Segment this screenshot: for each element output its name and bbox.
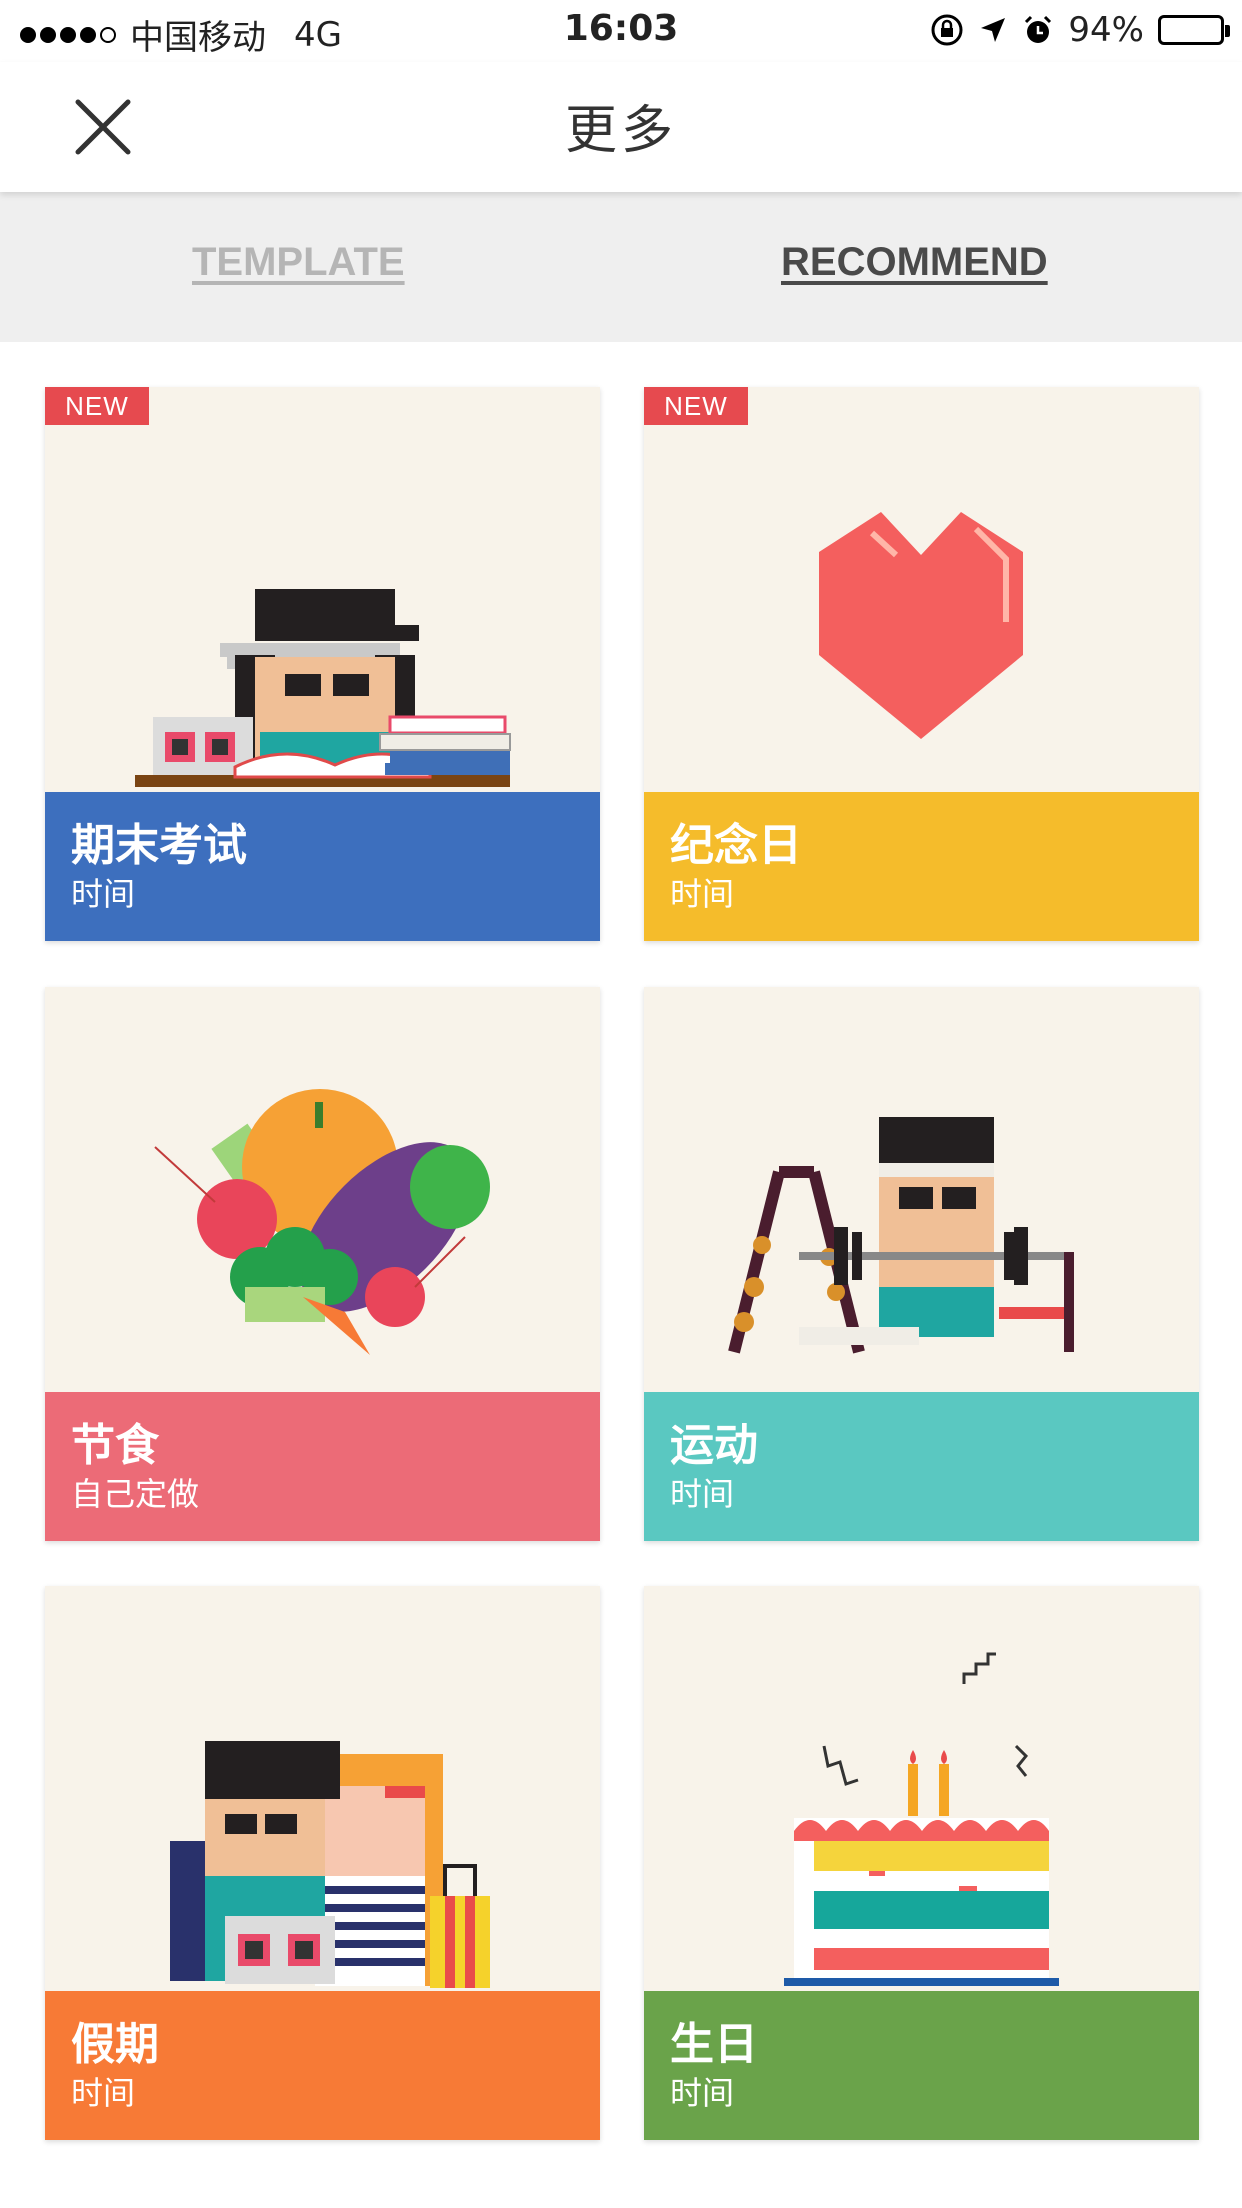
card-title: 期末考试 [71,820,247,871]
weightlifting-illustration [728,1117,1074,1354]
card-label: 纪念日 时间 [644,792,1199,941]
vegetables-illustration [154,1089,490,1355]
nav-bar: 更多 [0,62,1242,192]
card-title: 生日 [670,2019,758,2070]
card-title: 节食 [71,1420,159,1471]
tab-recommend[interactable]: RECOMMEND [781,240,1048,285]
card-diet[interactable]: 节食 自己定做 [45,987,600,1541]
card-label: 期末考试 时间 [45,792,600,941]
card-holiday[interactable]: 假期 时间 [45,1586,600,2140]
card-label: 生日 时间 [644,1991,1199,2140]
status-right: 94% [930,10,1230,50]
card-title: 运动 [670,1420,758,1471]
card-title: 假期 [71,2019,159,2070]
card-label: 节食 自己定做 [45,1392,600,1541]
card-subtitle: 时间 [670,2074,735,2112]
card-subtitle: 时间 [670,1475,735,1513]
travel-illustration [170,1741,490,1988]
new-badge: NEW [644,387,748,425]
card-birthday[interactable]: 生日 时间 [644,1586,1199,2140]
new-badge: NEW [45,387,149,425]
card-label: 假期 时间 [45,1991,600,2140]
card-subtitle: 时间 [670,875,735,913]
card-subtitle: 时间 [71,875,136,913]
tab-bar: TEMPLATE RECOMMEND [0,192,1242,342]
tab-template[interactable]: TEMPLATE [192,240,405,285]
battery-icon [1158,15,1230,45]
card-label: 运动 时间 [644,1392,1199,1541]
page-title: 更多 [564,101,677,161]
card-title: 纪念日 [670,820,802,871]
battery-percent: 94% [1068,10,1144,50]
birthday-cake-illustration [784,1652,1059,1986]
rotation-lock-icon [931,14,963,46]
card-sport[interactable]: 运动 时间 [644,987,1199,1541]
alarm-clock-icon [1025,15,1052,43]
heart-illustration [819,512,1023,739]
card-exam[interactable]: NEW 期末考试 时间 [45,387,600,941]
card-subtitle: 自己定做 [71,1475,200,1513]
card-anniversary[interactable]: NEW 纪念日 时间 [644,387,1199,941]
location-arrow-icon [981,18,1006,42]
student-studying-illustration [135,589,511,787]
card-subtitle: 时间 [71,2074,136,2112]
status-bar: 中国移动 4G 16:03 94% [0,0,1242,62]
